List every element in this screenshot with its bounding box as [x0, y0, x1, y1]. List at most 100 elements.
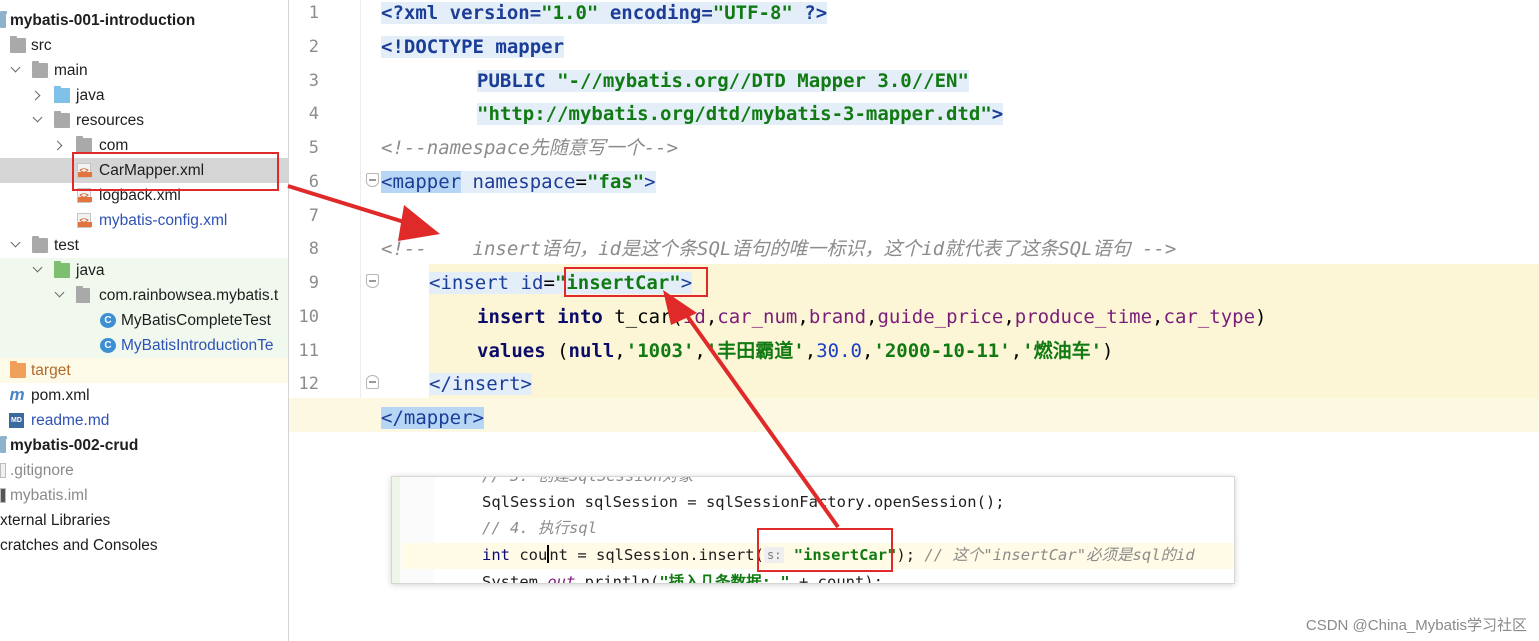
- tree-item-label: MyBatisCompleteTest: [121, 312, 271, 329]
- chevron-down-icon[interactable]: [32, 258, 44, 283]
- tree-item-java[interactable]: java: [0, 83, 288, 108]
- annotation-box-insertcar-id: [564, 267, 708, 297]
- token: ,: [705, 306, 718, 328]
- token: .println(: [575, 573, 660, 584]
- line-number: 5: [308, 138, 319, 158]
- tree-item-main[interactable]: main: [0, 58, 288, 83]
- token: '燃油车': [1022, 340, 1103, 362]
- token: car_type: [1163, 306, 1256, 328]
- token: '丰田霸道': [705, 340, 805, 362]
- chevron-down-icon[interactable]: [32, 108, 44, 133]
- token: '2000-10-11': [873, 340, 1011, 362]
- comment-token: <!--namespace先随意写一个-->: [381, 137, 679, 159]
- line-number: 3: [308, 71, 319, 91]
- token: values: [477, 340, 558, 362]
- token: ,: [1003, 306, 1015, 328]
- token: "http://mybatis.org/dtd/mybatis-3-mapper…: [477, 103, 992, 125]
- token: id: [682, 306, 706, 328]
- line-number: 9: [308, 273, 319, 293]
- markdown-file-icon: MD: [9, 413, 24, 428]
- tree-item-label: cratches and Consoles: [0, 537, 158, 554]
- token: ,: [797, 306, 809, 328]
- fold-marker-icon[interactable]: [366, 375, 379, 389]
- token: ,: [694, 340, 706, 362]
- code-line-11: values (null,'1003','丰田霸道',30.0,'2000-10…: [477, 338, 1113, 372]
- tree-item-mybatis-introduction-test[interactable]: C MyBatisIntroductionTe: [0, 333, 288, 358]
- resources-folder-icon: [54, 111, 70, 128]
- token: );: [896, 546, 925, 564]
- token: >: [520, 373, 532, 395]
- code-line-10: insert into t_car(id,car_num,brand,guide…: [477, 304, 1266, 338]
- tree-item-module-mybatis-001[interactable]: mybatis-001-introduction: [0, 8, 288, 33]
- tree-item-mybatis-config-xml[interactable]: <> mybatis-config.xml: [0, 208, 288, 233]
- token: =: [575, 171, 587, 193]
- tree-item-scratches[interactable]: cratches and Consoles: [0, 533, 288, 558]
- tree-item-test[interactable]: test: [0, 233, 288, 258]
- tree-item-external-libraries[interactable]: xternal Libraries: [0, 508, 288, 533]
- token: = sqlSession.insert(: [568, 546, 764, 564]
- snippet-line-0: // 3. 创建SqlSession对象: [482, 476, 694, 485]
- folder-icon: [76, 136, 92, 153]
- token: mapper: [483, 36, 565, 58]
- token: ?>: [792, 2, 828, 24]
- chevron-down-icon[interactable]: [10, 233, 22, 258]
- token: System.: [482, 573, 548, 584]
- token: ,: [804, 340, 817, 362]
- tree-item-label: mybatis-config.xml: [99, 212, 228, 229]
- token: <?: [381, 2, 404, 24]
- code-line-2: <!DOCTYPE mapper: [381, 34, 565, 68]
- line-number: 7: [308, 206, 319, 226]
- tree-item-module-mybatis-002[interactable]: mybatis-002-crud: [0, 433, 288, 458]
- token: >: [644, 171, 656, 193]
- tree-item-package[interactable]: com.rainbowsea.mybatis.t: [0, 283, 288, 308]
- tree-item-label: pom.xml: [31, 387, 90, 404]
- fold-marker-icon[interactable]: [366, 274, 379, 288]
- tree-item-label: .gitignore: [10, 462, 74, 479]
- package-icon: [76, 286, 90, 303]
- token: ,: [866, 306, 878, 328]
- file-icon: [0, 463, 6, 478]
- line-number: 10: [298, 307, 319, 327]
- token: (: [557, 340, 569, 362]
- token: ,: [861, 340, 874, 362]
- tree-item-src[interactable]: src: [0, 33, 288, 58]
- folder-icon: [32, 61, 48, 78]
- token: out: [547, 573, 576, 584]
- token: namespace: [472, 171, 576, 193]
- tree-item-label: mybatis.iml: [10, 487, 88, 504]
- tree-item-test-java[interactable]: java: [0, 258, 288, 283]
- tree-item-resources[interactable]: resources: [0, 108, 288, 133]
- code-line-4: "http://mybatis.org/dtd/mybatis-3-mapper…: [477, 101, 1004, 135]
- token: "插入几条数据: ": [659, 573, 790, 584]
- fold-marker-icon[interactable]: [366, 173, 379, 187]
- tree-item-mybatis-complete-test[interactable]: C MyBatisCompleteTest: [0, 308, 288, 333]
- token: ): [1102, 340, 1114, 362]
- token: version=: [438, 2, 542, 24]
- chevron-right-icon[interactable]: [32, 83, 44, 108]
- test-source-folder-icon: [54, 261, 70, 278]
- chevron-down-icon[interactable]: [10, 58, 22, 83]
- tree-item-mybatis-iml[interactable]: mybatis.iml: [0, 483, 288, 508]
- folder-icon: [10, 36, 26, 53]
- chevron-right-icon[interactable]: [54, 133, 66, 158]
- token: 30.0: [816, 340, 862, 362]
- tree-item-label: test: [54, 237, 79, 254]
- token: car_num: [717, 306, 798, 328]
- java-class-icon: C: [100, 313, 116, 328]
- tree-item-label: src: [31, 37, 52, 54]
- comment-token: // 这个"insertCar"必须是sql的id: [924, 546, 1195, 564]
- tree-item-label: java: [76, 87, 105, 104]
- token: </: [381, 407, 404, 429]
- annotation-box-carmapper: [72, 152, 279, 191]
- token: int: [482, 546, 510, 564]
- token: guide_price: [877, 306, 1004, 328]
- tree-item-target[interactable]: target: [0, 358, 288, 383]
- token: + count);: [789, 573, 883, 584]
- tree-item-gitignore[interactable]: .gitignore: [0, 458, 288, 483]
- xml-file-icon: <>: [77, 213, 92, 228]
- tree-item-readme-md[interactable]: MD readme.md: [0, 408, 288, 433]
- chevron-down-icon[interactable]: [54, 283, 66, 308]
- tree-item-pom-xml[interactable]: m pom.xml: [0, 383, 288, 408]
- excluded-folder-icon: [10, 361, 26, 378]
